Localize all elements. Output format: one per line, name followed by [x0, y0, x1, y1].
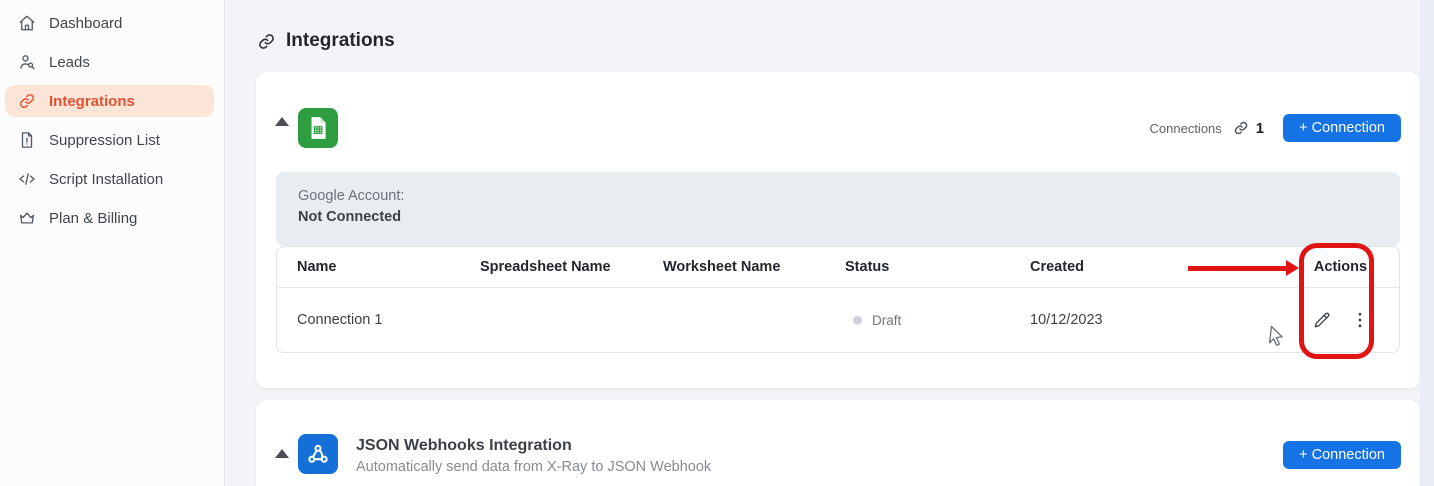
table-row: Connection 1 Draft 10/12/2023	[277, 288, 1399, 352]
home-icon	[18, 14, 36, 32]
person-search-icon	[18, 53, 36, 71]
page-scrollbar[interactable]	[1420, 0, 1434, 486]
sidebar-item-label: Integrations	[49, 93, 135, 110]
code-icon	[18, 170, 36, 188]
google-sheets-integration-card: Google Sheets Integration Automatically …	[256, 72, 1420, 388]
google-account-label: Google Account:	[298, 188, 1378, 204]
column-header-spreadsheet: Spreadsheet Name	[480, 259, 663, 275]
cell-actions	[1282, 309, 1399, 331]
crown-icon	[18, 209, 36, 227]
sidebar-item-script-installation[interactable]: Script Installation	[5, 163, 214, 195]
sidebar-item-dashboard[interactable]: Dashboard	[5, 7, 214, 39]
column-header-actions: Actions	[1282, 259, 1399, 275]
google-account-panel: Google Account: Not Connected	[276, 172, 1400, 246]
sidebar-item-label: Script Installation	[49, 171, 163, 188]
connections-table: Name Spreadsheet Name Worksheet Name Sta…	[276, 246, 1400, 353]
cell-status: Draft	[845, 313, 1030, 328]
sidebar-item-label: Dashboard	[49, 15, 122, 32]
add-connection-button[interactable]: + Connection	[1283, 441, 1401, 469]
collapse-arrow-icon[interactable]	[275, 449, 289, 458]
add-connection-button[interactable]: + Connection	[1283, 114, 1401, 142]
connections-count: 1	[1256, 120, 1264, 137]
link-icon	[257, 32, 276, 51]
json-webhooks-integration-card: JSON Webhooks Integration Automatically …	[256, 400, 1420, 486]
sidebar-item-label: Plan & Billing	[49, 210, 137, 227]
document-icon	[18, 131, 36, 149]
column-header-created: Created	[1030, 259, 1282, 275]
link-icon	[18, 92, 36, 110]
sidebar-item-label: Leads	[49, 54, 90, 71]
sidebar-item-plan-billing[interactable]: Plan & Billing	[5, 202, 214, 234]
connections-label: Connections	[1150, 121, 1222, 136]
status-dot-icon	[853, 316, 862, 325]
integration-subtitle: Automatically send data from X-Ray to JS…	[356, 459, 711, 475]
collapse-arrow-icon[interactable]	[275, 117, 289, 126]
column-header-worksheet: Worksheet Name	[663, 259, 845, 275]
webhook-icon	[298, 434, 338, 474]
more-options-icon[interactable]	[1349, 309, 1371, 331]
column-header-name: Name	[277, 259, 480, 275]
cell-name: Connection 1	[277, 312, 480, 328]
cell-created: 10/12/2023	[1030, 312, 1282, 328]
integration-title: JSON Webhooks Integration	[356, 437, 572, 455]
sidebar: Dashboard Leads Integrations Suppression…	[0, 0, 225, 486]
column-header-status: Status	[845, 259, 1030, 275]
sidebar-item-suppression-list[interactable]: Suppression List	[5, 124, 214, 156]
google-sheets-icon	[298, 108, 338, 148]
page-title: Integrations	[286, 30, 395, 52]
sidebar-item-integrations[interactable]: Integrations	[5, 85, 214, 117]
link-icon	[1233, 120, 1249, 136]
table-header-row: Name Spreadsheet Name Worksheet Name Sta…	[277, 247, 1399, 288]
page-header: Integrations	[257, 30, 395, 52]
edit-pencil-icon[interactable]	[1311, 309, 1333, 331]
status-badge: Draft	[872, 313, 901, 328]
sidebar-item-label: Suppression List	[49, 132, 160, 149]
google-account-status: Not Connected	[298, 209, 1378, 225]
sidebar-item-leads[interactable]: Leads	[5, 46, 214, 78]
